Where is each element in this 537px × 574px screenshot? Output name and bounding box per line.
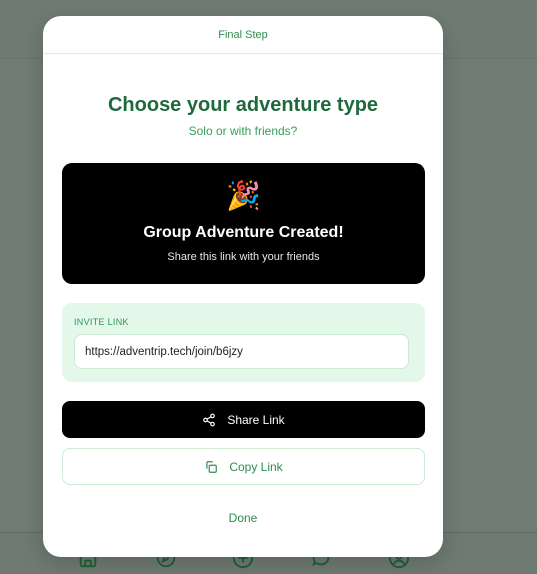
step-label: Final Step (218, 28, 268, 41)
copy-icon (204, 460, 218, 474)
invite-link-label: INVITE LINK (74, 317, 129, 327)
share-icon (202, 413, 216, 427)
party-popper-icon: 🎉 (226, 180, 261, 211)
copy-link-button[interactable]: Copy Link (62, 448, 425, 485)
modal-title: Choose your adventure type (107, 94, 379, 116)
copy-link-label: Copy Link (229, 459, 283, 474)
group-created-title: Group Adventure Created! (143, 224, 344, 241)
invite-link-field[interactable] (74, 334, 409, 369)
share-link-button[interactable]: Share Link (62, 401, 425, 438)
share-link-label: Share Link (227, 412, 285, 427)
modal-header: Final Step (43, 16, 443, 54)
group-created-card: 🎉 Group Adventure Created! Share this li… (62, 163, 425, 284)
invite-link-box: INVITE LINK (62, 303, 425, 382)
modal-subtitle: Solo or with friends? (188, 124, 298, 138)
done-button[interactable]: Done (43, 511, 443, 525)
group-created-subtitle: Share this link with your friends (167, 251, 320, 263)
adventure-type-modal: Final Step Choose your adventure type So… (43, 16, 443, 557)
